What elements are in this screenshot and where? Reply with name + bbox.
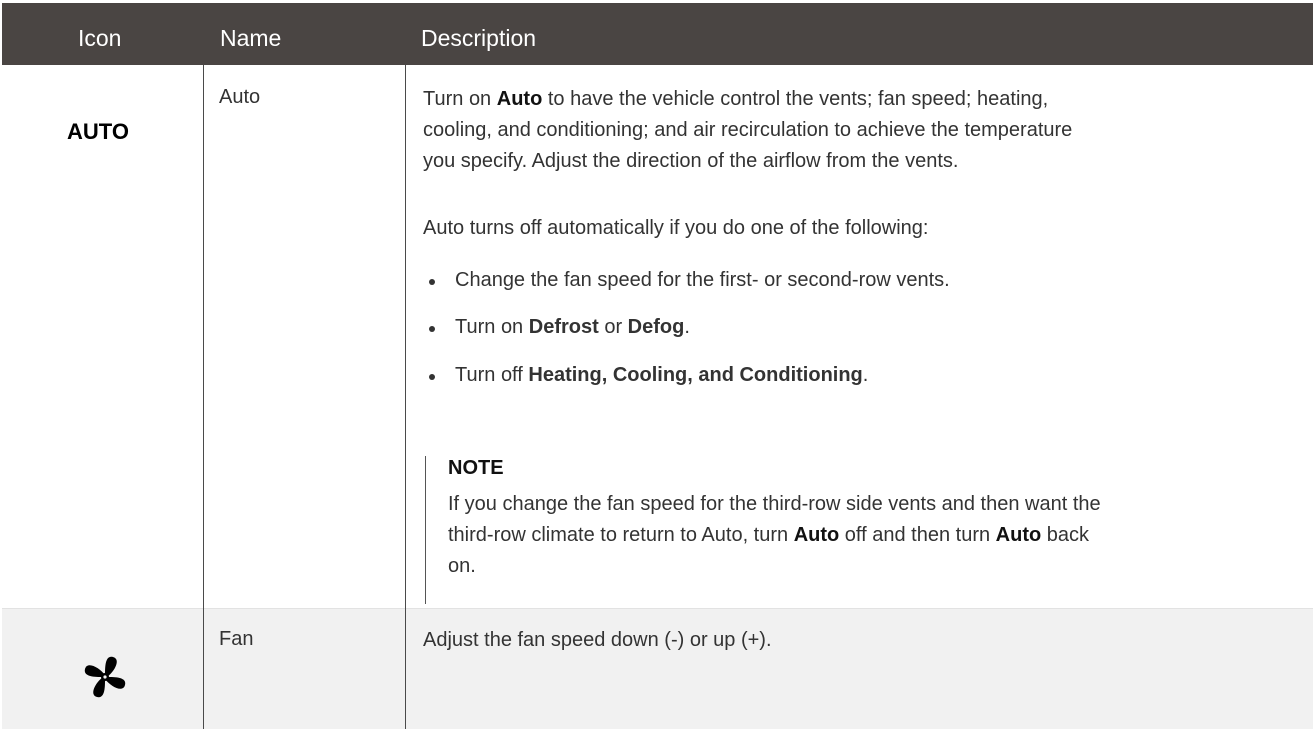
fan-description: Adjust the fan speed down (-) or up (+). [423, 629, 772, 651]
row-name-fan: Fan [219, 628, 254, 650]
column-divider-icon [203, 65, 204, 729]
note-accent-bar [425, 456, 426, 604]
table-header: Icon Name Description [2, 3, 1313, 65]
column-divider-name [405, 65, 406, 729]
auto-desc-line-1: Turn on Auto to have the vehicle control… [423, 88, 1049, 110]
auto-desc-line-3: you specify. Adjust the direction of the… [423, 150, 959, 172]
auto-description-paragraph: Turn on Auto to have the vehicle control… [423, 84, 1072, 177]
row-name-auto: Auto [219, 86, 261, 108]
bullet-icon [429, 374, 435, 380]
header-icon-column: Icon [78, 25, 122, 51]
auto-desc-line-2: cooling, and conditioning; and air recir… [423, 119, 1073, 141]
fan-icon [84, 656, 126, 698]
note-text: If you change the fan speed for the thir… [448, 493, 1101, 577]
note-title: NOTE [448, 457, 504, 479]
row-divider [2, 608, 1313, 609]
header-name-column: Name [220, 25, 282, 51]
auto-icon: AUTO [67, 119, 129, 144]
bullet-icon [429, 279, 435, 285]
auto-bold-term: Auto [496, 88, 543, 110]
auto-turns-off-text: Auto turns off automatically if you do o… [423, 217, 929, 239]
controls-table: Icon Name Description AUTO Auto Turn on … [2, 3, 1313, 729]
bullet-icon [429, 326, 435, 332]
header-description-column: Description [421, 25, 537, 51]
